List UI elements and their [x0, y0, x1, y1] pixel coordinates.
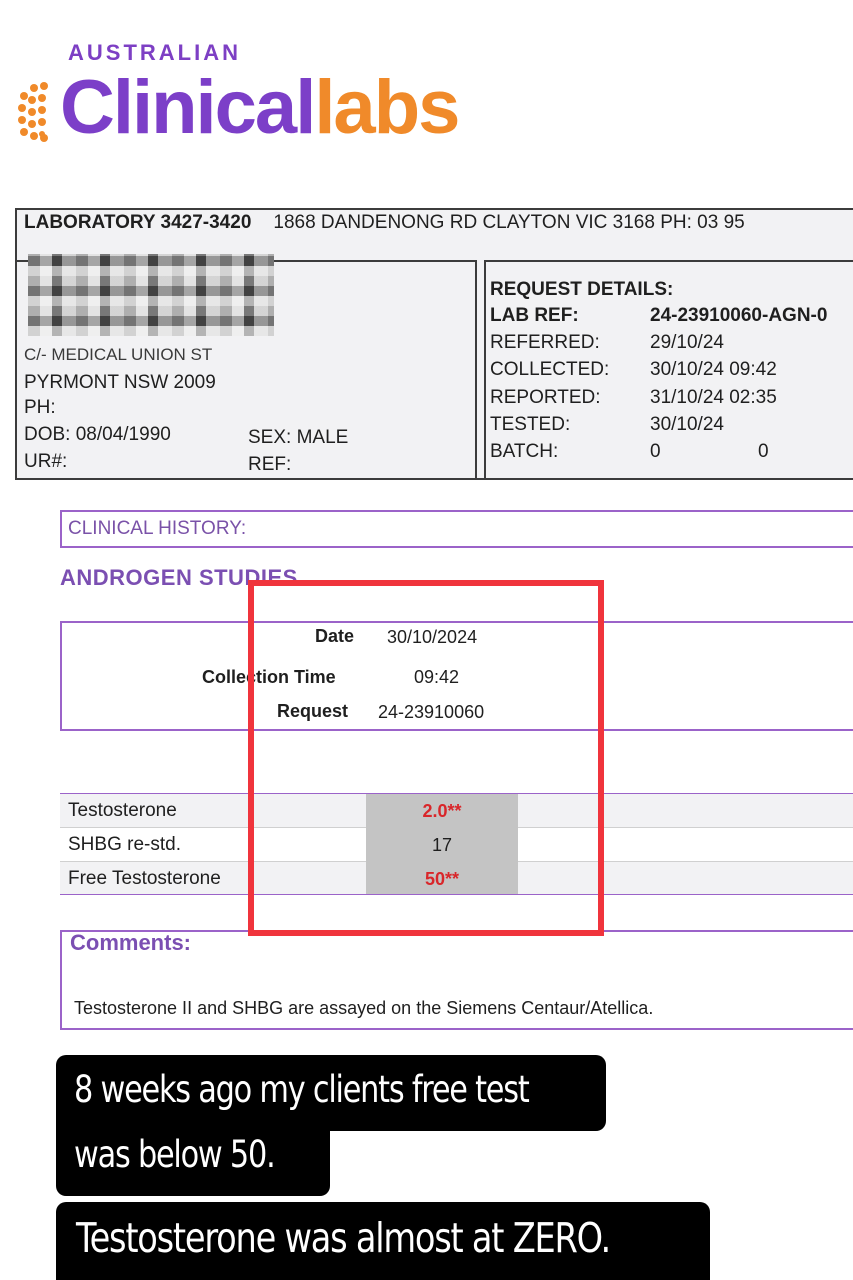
clinical-history-label: CLINICAL HISTORY:	[68, 518, 247, 539]
tested-value: 30/10/24	[650, 414, 724, 435]
lab-address: 1868 DANDENONG RD CLAYTON VIC 3168 PH: 0…	[273, 212, 745, 233]
logo-wordmark: Clinicallabs	[60, 70, 460, 146]
logo-word-clinical: Clinical	[60, 65, 316, 150]
collected-value: 30/10/24 09:42	[650, 359, 777, 380]
patient-ur: UR#:	[24, 451, 68, 472]
patient-address-line: C/- MEDICAL UNION ST	[24, 345, 213, 364]
patient-phone-label: PH:	[24, 397, 56, 418]
redaction-overlay	[28, 254, 274, 336]
batch-label: BATCH:	[490, 441, 559, 462]
reported-label: REPORTED:	[490, 387, 601, 408]
lab-ref-value: 24-23910060-AGN-0	[650, 305, 828, 326]
batch-value: 0	[650, 441, 661, 462]
tested-label: TESTED:	[490, 414, 571, 435]
caption-line-1b: was below 50.	[74, 1133, 276, 1176]
patient-ref: REF:	[248, 454, 292, 475]
referred-value: 29/10/24	[650, 332, 724, 353]
batch-value-2: 0	[758, 441, 769, 462]
patient-dob: DOB: 08/04/1990	[24, 424, 171, 445]
patient-sex: SEX: MALE	[248, 427, 349, 448]
referred-label: REFERRED:	[490, 332, 600, 353]
lab-ref-label: LAB REF:	[490, 305, 579, 326]
comments-title: Comments:	[70, 930, 192, 955]
result-name-testosterone: Testosterone	[68, 800, 177, 821]
collected-label: COLLECTED:	[490, 359, 610, 380]
request-details-title: REQUEST DETAILS:	[490, 279, 674, 300]
reported-value: 31/10/24 02:35	[650, 387, 777, 408]
logo-word-labs: labs	[314, 65, 460, 150]
result-name-shbg: SHBG re-std.	[68, 834, 181, 855]
lab-id: LABORATORY 3427-3420	[24, 212, 252, 233]
comments-text: Testosterone II and SHBG are assayed on …	[74, 998, 654, 1018]
logo-top-line: AUSTRALIAN	[68, 40, 241, 65]
lab-header-line: LABORATORY 3427-3420 1868 DANDENONG RD CL…	[24, 212, 745, 234]
caption-line-2: Testosterone was almost at ZERO.	[76, 1214, 611, 1262]
highlight-annotation-box	[248, 580, 604, 936]
patient-suburb: PYRMONT NSW 2009	[24, 372, 216, 393]
caption-line-1a: 8 weeks ago my clients free test	[74, 1068, 530, 1111]
result-name-free-testosterone: Free Testosterone	[68, 868, 221, 889]
